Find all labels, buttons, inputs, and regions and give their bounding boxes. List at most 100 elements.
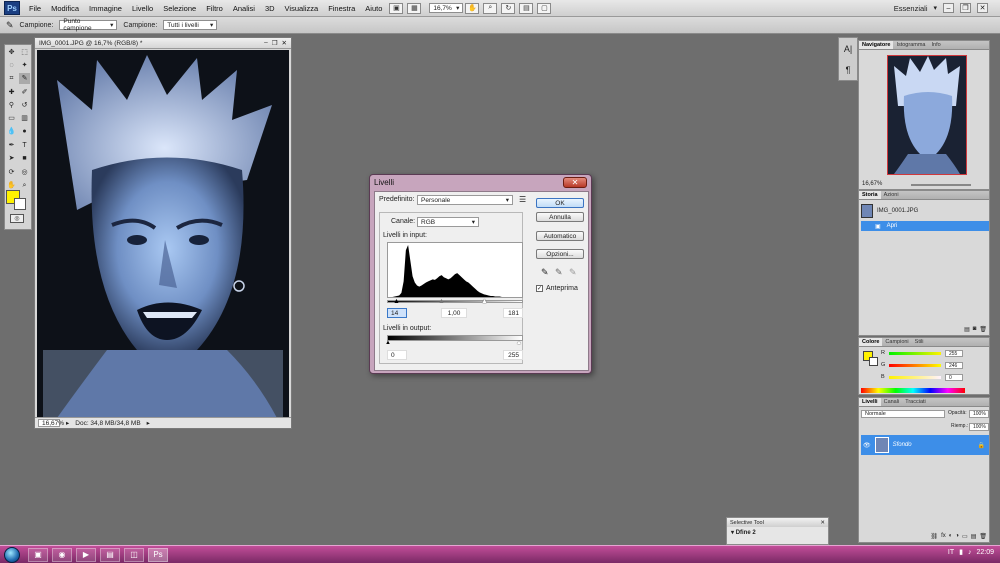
eyedropper-icon[interactable]: ✎	[6, 20, 14, 31]
layer-style-icon[interactable]: fx	[941, 533, 946, 540]
color-bg-swatch[interactable]	[869, 357, 878, 366]
healing-brush-icon[interactable]: ✚	[6, 87, 17, 98]
eye-icon[interactable]: 👁	[863, 442, 871, 449]
adjustment-layer-icon[interactable]: ◑	[955, 533, 959, 540]
g-slider[interactable]	[889, 364, 941, 367]
image-canvas[interactable]	[37, 50, 289, 418]
b-slider[interactable]	[889, 376, 941, 379]
output-white-slider[interactable]: ▲	[516, 340, 522, 346]
crop-tool-icon[interactable]: ⌗	[6, 74, 17, 85]
menu-3d[interactable]: 3D	[260, 4, 280, 13]
3d-camera-icon[interactable]: ◎	[19, 166, 30, 177]
bridge-icon[interactable]: ▣	[389, 2, 404, 14]
explorer-taskbar-icon[interactable]: ▣	[28, 547, 48, 562]
document-titlebar[interactable]: IMG_0001.JPG @ 16,7% (RGB/8) * – ❐ ✕	[35, 38, 291, 49]
levels-close-button[interactable]: ✕	[563, 176, 587, 188]
g-value[interactable]: 246	[945, 362, 963, 369]
screen-mode-icon[interactable]: ▢	[537, 2, 552, 14]
eyedropper-tool-icon[interactable]: ✎	[19, 72, 30, 84]
lasso-tool-icon[interactable]: ◌	[6, 60, 17, 71]
chevron-down-icon[interactable]: ▾	[933, 4, 937, 12]
tab-stili[interactable]: Stili	[912, 338, 927, 346]
color-ramp[interactable]	[861, 388, 965, 393]
opacity-field[interactable]: 100%	[969, 410, 989, 418]
layer-mask-icon[interactable]: ◐	[949, 533, 953, 540]
history-step[interactable]: ▣ Apri	[861, 221, 989, 231]
blur-tool-icon[interactable]: 💧	[6, 126, 17, 137]
start-button[interactable]	[4, 546, 20, 563]
menu-filtro[interactable]: Filtro	[201, 4, 228, 13]
navigator-thumbnail[interactable]	[887, 55, 967, 175]
close-button[interactable]: ✕	[977, 3, 988, 13]
navigator-zoom[interactable]: 16,67%	[862, 181, 882, 187]
blend-mode-select[interactable]: Normale	[861, 410, 945, 418]
network-icon[interactable]: ▮	[959, 548, 963, 556]
trash-icon[interactable]: 🗑	[979, 326, 987, 333]
preview-checkbox[interactable]: ✓	[536, 285, 543, 292]
status-menu-icon[interactable]: ▸	[66, 419, 69, 427]
photoshop-taskbar-icon[interactable]: Ps	[148, 547, 168, 562]
background-color-swatch[interactable]	[14, 198, 26, 210]
input-white-field[interactable]: 181	[503, 308, 523, 318]
preset-select[interactable]: Personale ▾	[417, 195, 513, 205]
input-gamma-slider[interactable]: ▲	[438, 298, 445, 305]
b-value[interactable]: 0	[945, 374, 963, 381]
eraser-tool-icon[interactable]: ▭	[6, 113, 17, 124]
hand-tool-box-icon[interactable]: ✋	[6, 179, 17, 190]
link-layers-icon[interactable]: ⛓	[930, 533, 938, 540]
navigator-zoom-slider[interactable]	[911, 184, 971, 186]
new-group-icon[interactable]: ▭	[962, 533, 968, 540]
tab-canali[interactable]: Canali	[881, 398, 903, 406]
tab-campioni[interactable]: Campioni	[882, 338, 911, 346]
output-black-field[interactable]: 0	[387, 350, 407, 360]
menu-livello[interactable]: Livello	[127, 4, 158, 13]
snapshot-icon[interactable]: ◙	[973, 326, 977, 333]
white-eyedropper-icon[interactable]: ✎	[569, 267, 577, 278]
minibridge-icon[interactable]: ▦	[407, 2, 422, 14]
doc-minimize-icon[interactable]: –	[264, 39, 268, 47]
menu-finestra[interactable]: Finestra	[323, 4, 360, 13]
input-white-slider[interactable]: ▲	[481, 298, 488, 305]
restore-button[interactable]: ❐	[960, 3, 971, 13]
arrange-documents-icon[interactable]: ▤	[519, 2, 534, 14]
selective-item[interactable]: ▾ Dfine 2	[727, 527, 828, 538]
type-tool-icon[interactable]: T	[19, 140, 30, 151]
menu-selezione[interactable]: Selezione	[158, 4, 201, 13]
history-snapshot[interactable]: IMG_0001.JPG	[861, 202, 989, 220]
doc-close-icon[interactable]: ✕	[282, 39, 287, 47]
r-slider[interactable]	[889, 352, 941, 355]
history-brush-icon[interactable]: ↺	[19, 100, 30, 111]
status-arrow-icon[interactable]: ▸	[147, 419, 150, 427]
menu-immagine[interactable]: Immagine	[84, 4, 127, 13]
menu-visualizza[interactable]: Visualizza	[280, 4, 324, 13]
brush-tool-icon[interactable]: ✐	[19, 87, 30, 98]
tab-livelli[interactable]: Livelli	[859, 398, 881, 406]
gray-eyedropper-icon[interactable]: ✎	[555, 267, 563, 278]
firefox-taskbar-icon[interactable]: ◉	[52, 547, 72, 562]
magic-wand-icon[interactable]: ✦	[19, 59, 30, 70]
pen-tool-icon[interactable]: ✒	[6, 139, 17, 150]
menu-aiuto[interactable]: Aiuto	[360, 4, 387, 13]
character-panel-icon[interactable]: A|	[844, 44, 852, 54]
quick-mask-icon[interactable]: ◎	[10, 214, 24, 223]
folder-taskbar-icon[interactable]: ▤	[100, 547, 120, 562]
tab-navigatore[interactable]: Navigatore	[859, 41, 894, 49]
new-document-icon[interactable]: ▤	[964, 326, 970, 333]
doc-zoom-field[interactable]: 16,67%	[38, 419, 64, 427]
levels-dialog-titlebar[interactable]: Livelli ✕	[370, 175, 591, 189]
marquee-tool-icon[interactable]: ⬚	[19, 46, 30, 57]
tab-storia[interactable]: Storia	[859, 191, 881, 199]
doc-restore-icon[interactable]: ❐	[272, 39, 278, 47]
paragraph-panel-icon[interactable]: ¶	[846, 65, 851, 75]
menu-analisi[interactable]: Analisi	[228, 4, 260, 13]
window-taskbar-icon[interactable]: ◫	[124, 547, 144, 562]
tab-istogramma[interactable]: Istogramma	[893, 41, 928, 49]
delete-layer-icon[interactable]: 🗑	[979, 533, 987, 540]
language-indicator[interactable]: IT	[948, 549, 954, 556]
volume-icon[interactable]: ♪	[968, 549, 972, 556]
rotate-view-icon[interactable]: ↻	[501, 2, 516, 14]
media-taskbar-icon[interactable]: ▶	[76, 547, 96, 562]
zoom-tool-box-icon[interactable]: ⌕	[19, 180, 30, 191]
output-black-slider[interactable]: ▲	[385, 340, 391, 346]
input-black-slider[interactable]: ▲	[393, 298, 400, 305]
